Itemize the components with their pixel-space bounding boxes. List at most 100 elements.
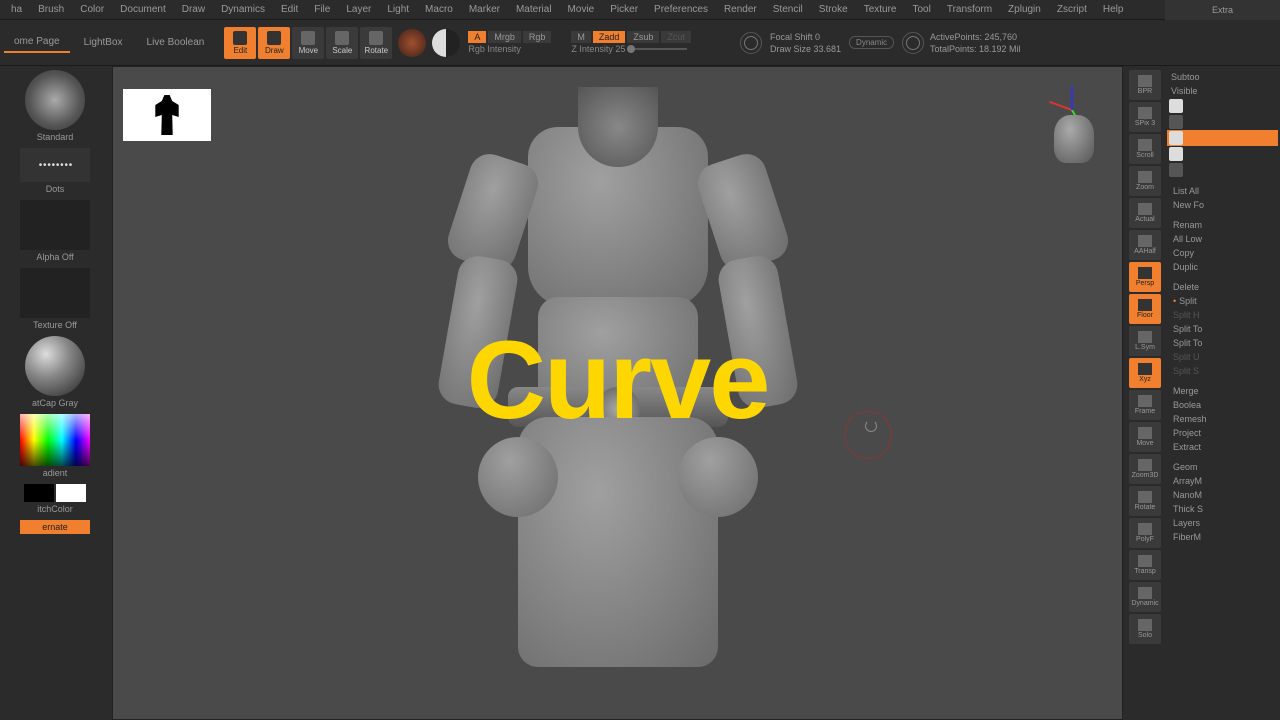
rail-move-button[interactable]: Move xyxy=(1129,422,1161,452)
nano-mesh-button[interactable]: NanoM xyxy=(1167,488,1278,502)
menu-file[interactable]: File xyxy=(307,2,337,17)
merge-button[interactable]: Merge xyxy=(1167,384,1278,398)
dynamic-button[interactable]: Dynamic xyxy=(849,36,894,49)
rgb-intensity-label[interactable]: Rgb Intensity xyxy=(468,44,521,54)
rename-button[interactable]: Renam xyxy=(1167,218,1278,232)
viewport-thumbnail[interactable] xyxy=(123,89,211,141)
split-hidden-button[interactable]: Split H xyxy=(1167,308,1278,322)
menu-draw[interactable]: Draw xyxy=(175,2,212,17)
material-thumbnail[interactable] xyxy=(25,336,85,396)
primary-color-swatch[interactable] xyxy=(56,484,86,502)
rgb-chip[interactable]: Rgb xyxy=(523,31,552,43)
rail-zoom-button[interactable]: Zoom xyxy=(1129,166,1161,196)
menu-brush[interactable]: Brush xyxy=(31,2,71,17)
thick-skin-button[interactable]: Thick S xyxy=(1167,502,1278,516)
split-to-button[interactable]: Split To xyxy=(1167,322,1278,336)
rail-scroll-button[interactable]: Scroll xyxy=(1129,134,1161,164)
stroke-thumbnail[interactable] xyxy=(20,148,90,182)
duplicate-button[interactable]: Duplic xyxy=(1167,260,1278,274)
subtool-item[interactable] xyxy=(1167,146,1278,162)
subtool-item[interactable] xyxy=(1167,98,1278,114)
m-chip[interactable]: M xyxy=(571,31,591,43)
menu-document[interactable]: Document xyxy=(113,2,173,17)
edit-mode-button[interactable]: Edit xyxy=(224,27,256,59)
fiber-mesh-button[interactable]: FiberM xyxy=(1167,530,1278,544)
split-button[interactable]: Split xyxy=(1167,294,1278,308)
menu-transform[interactable]: Transform xyxy=(940,2,999,17)
mrgb-chip[interactable]: Mrgb xyxy=(488,31,521,43)
split-to-button-2[interactable]: Split To xyxy=(1167,336,1278,350)
subtool-item[interactable] xyxy=(1167,162,1278,178)
zadd-chip[interactable]: Zadd xyxy=(593,31,626,43)
array-mesh-button[interactable]: ArrayM xyxy=(1167,474,1278,488)
boolean-button[interactable]: Boolea xyxy=(1167,398,1278,412)
secondary-color-swatch[interactable] xyxy=(24,484,54,502)
menu-marker[interactable]: Marker xyxy=(462,2,507,17)
draw-size-label[interactable]: Draw Size 33.681 xyxy=(770,43,841,55)
menu-macro[interactable]: Macro xyxy=(418,2,460,17)
project-button[interactable]: Project xyxy=(1167,426,1278,440)
rail-spix3-button[interactable]: SPix 3 xyxy=(1129,102,1161,132)
rail-zoom3d-button[interactable]: Zoom3D xyxy=(1129,454,1161,484)
gizmo-icon[interactable] xyxy=(398,29,426,57)
menu-zplugin[interactable]: Zplugin xyxy=(1001,2,1048,17)
geometry-button[interactable]: Geom xyxy=(1167,460,1278,474)
focal-shift-label[interactable]: Focal Shift 0 xyxy=(770,31,841,43)
menu-preferences[interactable]: Preferences xyxy=(647,2,715,17)
menu-texture[interactable]: Texture xyxy=(857,2,904,17)
menu-picker[interactable]: Picker xyxy=(603,2,645,17)
menu-color[interactable]: Color xyxy=(73,2,111,17)
menu-stencil[interactable]: Stencil xyxy=(766,2,810,17)
split-unmasked-button[interactable]: Split U xyxy=(1167,350,1278,364)
scale-mode-button[interactable]: Scale xyxy=(326,27,358,59)
live-boolean-button[interactable]: Live Boolean xyxy=(137,33,215,52)
remesh-button[interactable]: Remesh xyxy=(1167,412,1278,426)
sculptris-icon[interactable] xyxy=(432,29,460,57)
a-chip[interactable]: A xyxy=(468,31,486,43)
subtool-header[interactable]: Subtoo xyxy=(1167,70,1278,84)
rotate-mode-button[interactable]: Rotate xyxy=(360,27,392,59)
focal-shift-icon[interactable] xyxy=(740,32,762,54)
alpha-thumbnail[interactable] xyxy=(20,200,90,250)
menu-render[interactable]: Render xyxy=(717,2,764,17)
menu-dynamics[interactable]: Dynamics xyxy=(214,2,272,17)
rail-polyf-button[interactable]: PolyF xyxy=(1129,518,1161,548)
rail-aahalf-button[interactable]: AAHalf xyxy=(1129,230,1161,260)
copy-button[interactable]: Copy xyxy=(1167,246,1278,260)
delete-button[interactable]: Delete xyxy=(1167,280,1278,294)
layers-button[interactable]: Layers xyxy=(1167,516,1278,530)
rail-solo-button[interactable]: Solo xyxy=(1129,614,1161,644)
new-folder-button[interactable]: New Fo xyxy=(1167,198,1278,212)
rail-lsym-button[interactable]: L.Sym xyxy=(1129,326,1161,356)
brush-thumbnail[interactable] xyxy=(25,70,85,130)
menu-edit[interactable]: Edit xyxy=(274,2,305,17)
menu-ha[interactable]: ha xyxy=(4,2,29,17)
menu-stroke[interactable]: Stroke xyxy=(812,2,855,17)
menu-help[interactable]: Help xyxy=(1096,2,1131,17)
split-similar-button[interactable]: Split S xyxy=(1167,364,1278,378)
draw-mode-button[interactable]: Draw xyxy=(258,27,290,59)
zcut-chip[interactable]: Zcut xyxy=(661,31,691,43)
lightbox-button[interactable]: LightBox xyxy=(74,33,133,52)
nav-head-icon[interactable] xyxy=(1054,115,1094,163)
texture-thumbnail[interactable] xyxy=(20,268,90,318)
subtool-item[interactable] xyxy=(1167,130,1278,146)
home-page-button[interactable]: ome Page xyxy=(4,32,70,53)
menu-layer[interactable]: Layer xyxy=(339,2,378,17)
all-low-button[interactable]: All Low xyxy=(1167,232,1278,246)
move-mode-button[interactable]: Move xyxy=(292,27,324,59)
rail-actual-button[interactable]: Actual xyxy=(1129,198,1161,228)
extra-tab[interactable]: Extra xyxy=(1165,0,1280,20)
z-intensity-slider[interactable] xyxy=(627,48,687,50)
viewport[interactable]: Curve xyxy=(112,66,1123,720)
z-intensity-label[interactable]: Z Intensity 25 xyxy=(571,44,625,54)
switch-color-label[interactable]: itchColor xyxy=(37,504,73,514)
rail-rotate-button[interactable]: Rotate xyxy=(1129,486,1161,516)
menu-tool[interactable]: Tool xyxy=(905,2,937,17)
subtool-item[interactable] xyxy=(1167,114,1278,130)
menu-light[interactable]: Light xyxy=(380,2,416,17)
rail-floor-button[interactable]: Floor xyxy=(1129,294,1161,324)
rail-dynamic-button[interactable]: Dynamic xyxy=(1129,582,1161,612)
rail-persp-button[interactable]: Persp xyxy=(1129,262,1161,292)
rail-xyz-button[interactable]: Xyz xyxy=(1129,358,1161,388)
